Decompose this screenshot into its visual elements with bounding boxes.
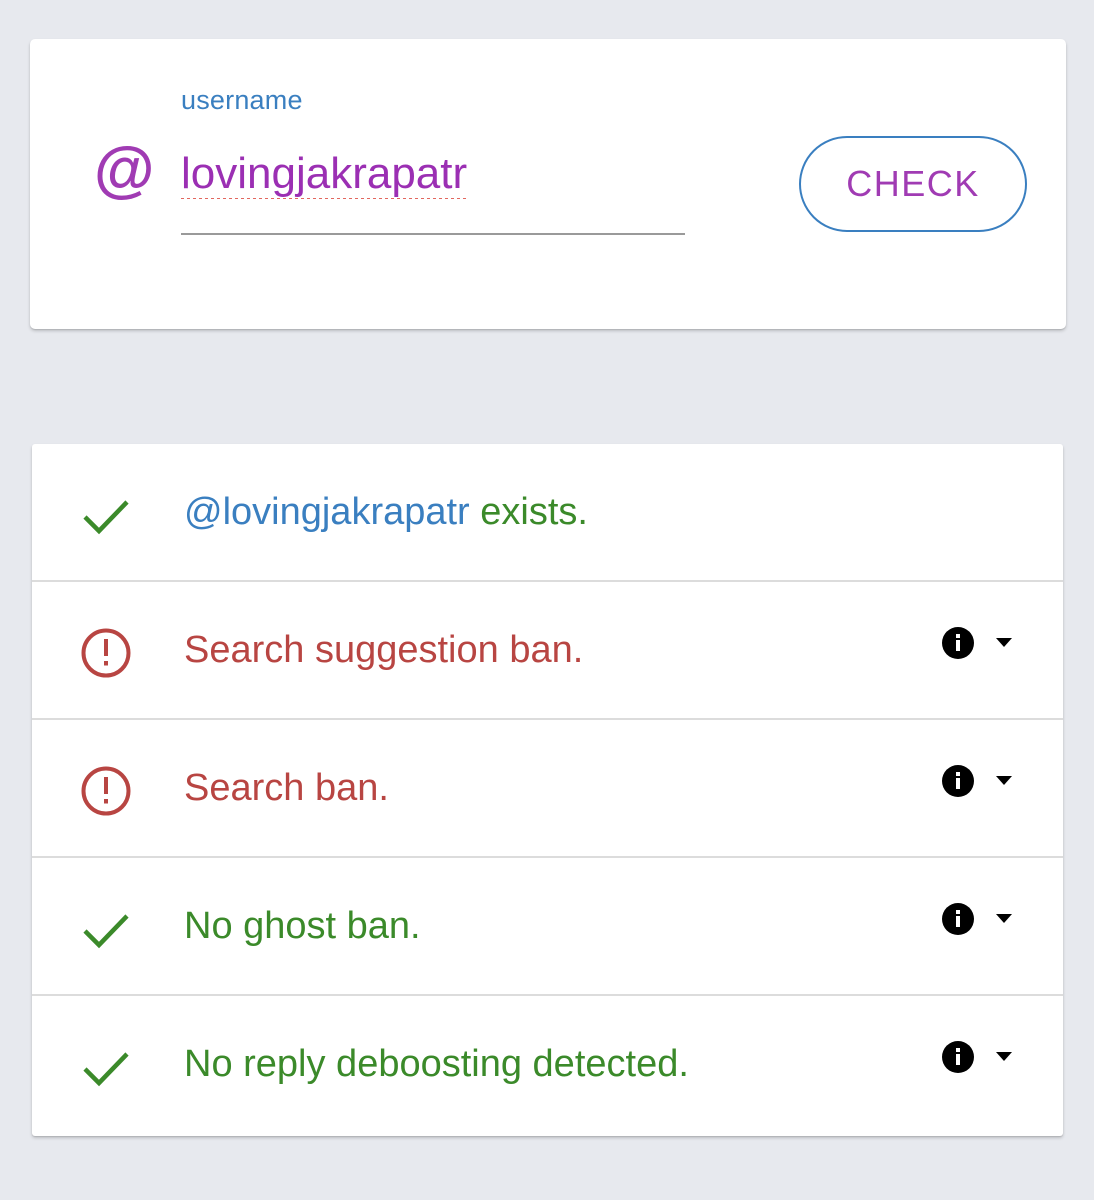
check-icon [83,914,129,949]
info-icon[interactable] [941,902,975,936]
result-text: No ghost ban. [184,905,421,947]
result-row-search-ban: Search ban. [32,720,1063,858]
check-icon [83,1052,129,1087]
username-handle-link[interactable]: @lovingjakrapatr [184,491,470,533]
at-sign-icon: @ [93,136,154,205]
alert-circle-icon [81,628,131,678]
result-text: No reply deboosting detected. [184,1043,689,1085]
username-check-card: username @ CHECK [30,39,1066,329]
chevron-down-icon[interactable] [995,637,1013,649]
info-icon[interactable] [941,1040,975,1074]
check-icon [83,500,129,535]
result-row-ghost-ban: No ghost ban. [32,858,1063,996]
result-row-search-suggestion-ban: Search suggestion ban. [32,582,1063,720]
result-row-exists: @lovingjakrapatr exists. [32,444,1063,582]
result-row-reply-deboosting: No reply deboosting detected. [32,996,1063,1134]
username-field-label: username [181,85,303,115]
alert-circle-icon [81,766,131,816]
result-text: Search suggestion ban. [184,629,584,671]
check-button[interactable]: CHECK [799,136,1027,232]
chevron-down-icon[interactable] [995,913,1013,925]
result-text: @lovingjakrapatr exists. [184,488,588,536]
results-list: @lovingjakrapatr exists. Search suggesti… [32,444,1063,1136]
chevron-down-icon[interactable] [995,775,1013,787]
chevron-down-icon[interactable] [995,1051,1013,1063]
username-input-wrapper [181,137,685,235]
result-text: Search ban. [184,767,389,809]
info-icon[interactable] [941,764,975,798]
info-icon[interactable] [941,626,975,660]
username-input[interactable] [181,149,681,199]
result-text-suffix: exists. [469,491,588,533]
